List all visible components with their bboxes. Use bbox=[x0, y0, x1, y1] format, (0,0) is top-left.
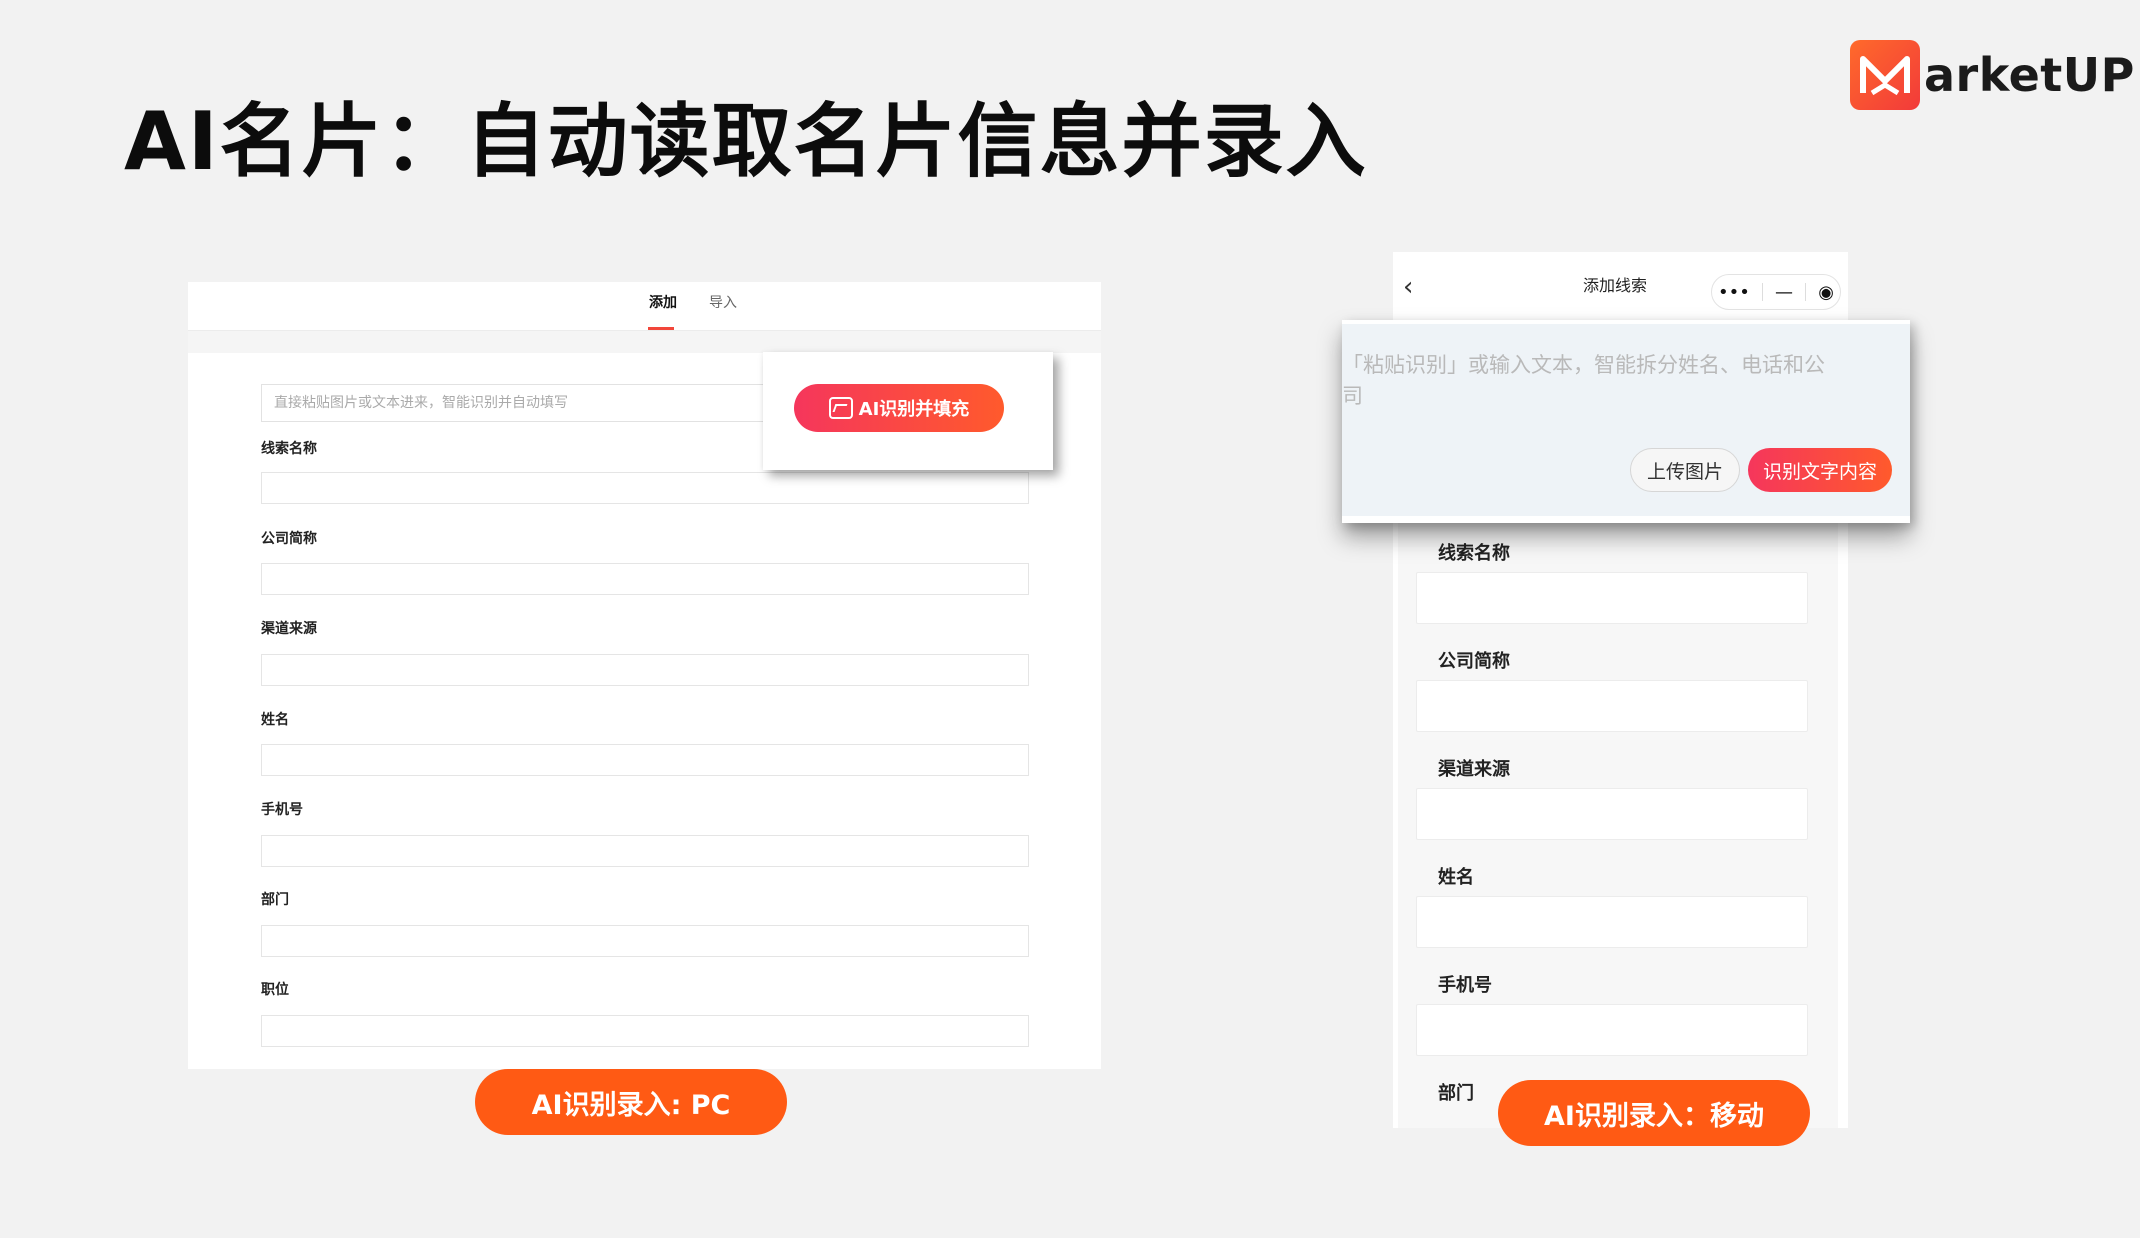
field-label-department: 部门 bbox=[261, 892, 289, 908]
chevron-left-icon[interactable]: ‹ bbox=[1403, 274, 1413, 300]
field-label-channel: 渠道来源 bbox=[1438, 759, 1510, 780]
field-label-lead-name: 线索名称 bbox=[261, 441, 317, 457]
lead-name-input[interactable] bbox=[261, 472, 1029, 504]
tab-import[interactable]: 导入 bbox=[709, 292, 737, 314]
mobile-caption: AI识别录入：移动 bbox=[1498, 1080, 1810, 1146]
recognize-text-button[interactable]: 识别文字内容 bbox=[1748, 448, 1892, 492]
field-label-name: 姓名 bbox=[261, 712, 289, 728]
paste-input[interactable]: 直接粘贴图片或文本进来，智能识别并自动填写 bbox=[261, 384, 801, 422]
mobile-nav-title: 添加线索 bbox=[1583, 276, 1648, 295]
name-input[interactable] bbox=[261, 744, 1029, 776]
section-divider bbox=[188, 331, 1101, 353]
field-label-channel: 渠道来源 bbox=[261, 621, 317, 637]
slide-title: AI名片：自动读取名片信息并录入 bbox=[124, 95, 1368, 188]
capsule-divider bbox=[1805, 283, 1807, 301]
phone-input[interactable] bbox=[261, 835, 1029, 867]
brand-m-icon bbox=[1850, 40, 1920, 110]
ai-logo-icon bbox=[828, 397, 853, 419]
company-input[interactable] bbox=[261, 563, 1029, 595]
field-label-company: 公司简称 bbox=[1438, 651, 1510, 672]
phone-input[interactable] bbox=[1416, 1004, 1808, 1056]
ai-recognize-fill-button[interactable]: AI识别并填充 bbox=[794, 384, 1004, 432]
field-label-lead-name: 线索名称 bbox=[1438, 543, 1510, 564]
capsule-divider bbox=[1761, 283, 1763, 301]
company-input[interactable] bbox=[1416, 680, 1808, 732]
target-icon[interactable]: ◉ bbox=[1818, 282, 1834, 303]
field-label-phone: 手机号 bbox=[1438, 975, 1492, 996]
field-label-department: 部门 bbox=[1438, 1083, 1474, 1104]
position-input[interactable] bbox=[261, 1015, 1029, 1047]
field-label-position: 职位 bbox=[261, 982, 289, 998]
name-input[interactable] bbox=[1416, 896, 1808, 948]
callout-bottom-edge bbox=[1342, 516, 1910, 523]
ai-paste-textarea[interactable]: 「粘贴识别」或输入文本，智能拆分姓名、电话和公司 bbox=[1342, 350, 1842, 412]
tab-add[interactable]: 添加 bbox=[649, 292, 677, 314]
more-dots-icon[interactable]: ••• bbox=[1718, 282, 1750, 303]
upload-image-button[interactable]: 上传图片 bbox=[1630, 448, 1740, 492]
mobile-nav-bar: ‹ 添加线索 ••• — ◉ bbox=[1393, 252, 1848, 321]
brand-text: arketUP bbox=[1924, 48, 2135, 102]
field-label-company: 公司简称 bbox=[261, 531, 317, 547]
channel-input[interactable] bbox=[261, 654, 1029, 686]
brand-logo: arketUP bbox=[1850, 39, 2135, 111]
field-label-phone: 手机号 bbox=[261, 802, 303, 818]
field-label-name: 姓名 bbox=[1438, 867, 1474, 888]
miniprogram-capsule: ••• — ◉ bbox=[1711, 274, 1841, 310]
minimize-icon[interactable]: — bbox=[1775, 282, 1793, 303]
pc-caption: AI识别录入: PC bbox=[475, 1069, 787, 1135]
channel-input[interactable] bbox=[1416, 788, 1808, 840]
lead-name-input[interactable] bbox=[1416, 572, 1808, 624]
mobile-ai-callout: 「粘贴识别」或输入文本，智能拆分姓名、电话和公司 上传图片 识别文字内容 bbox=[1342, 320, 1910, 523]
active-tab-underline bbox=[648, 327, 674, 330]
pc-ai-callout: AI识别并填充 bbox=[763, 352, 1053, 470]
pc-tab-bar: 添加 导入 bbox=[188, 282, 1101, 331]
department-input[interactable] bbox=[261, 925, 1029, 957]
ai-button-label: AI识别并填充 bbox=[858, 399, 970, 420]
